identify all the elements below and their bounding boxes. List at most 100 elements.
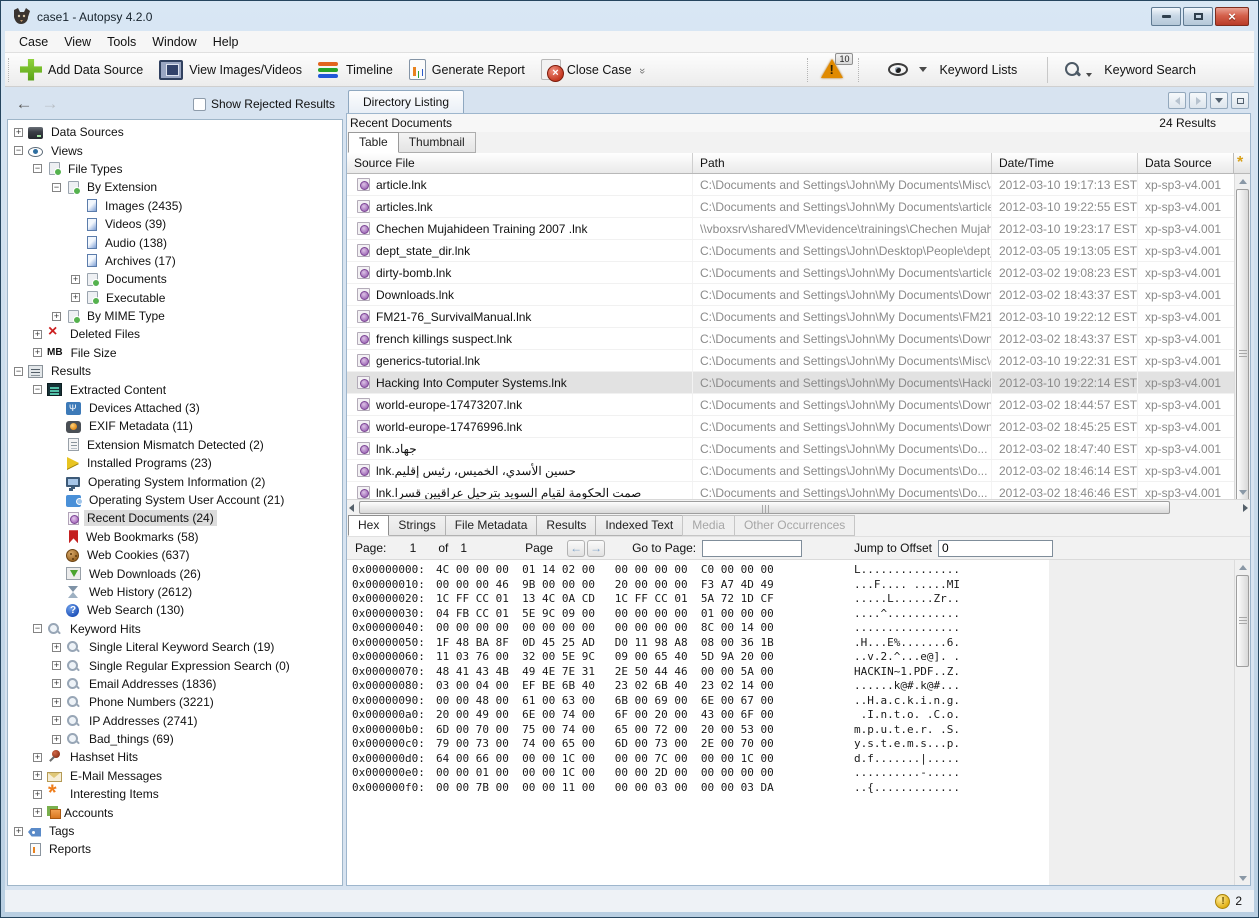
scroll-down-button[interactable]: [1236, 871, 1250, 885]
tree-item-exif-metadata-11[interactable]: EXIF Metadata (11): [8, 417, 342, 435]
tree-item-web-search-130[interactable]: Web Search (130): [8, 601, 342, 619]
tab-scroll-left-button[interactable]: [1168, 92, 1186, 109]
table-row[interactable]: صمت الحكومة لقيام السويد بترحيل عراقيين …: [347, 482, 1250, 499]
tab-results[interactable]: Results: [536, 515, 596, 536]
tree-item-web-bookmarks-58[interactable]: Web Bookmarks (58): [8, 528, 342, 546]
menu-item-case[interactable]: Case: [11, 33, 56, 51]
collapse-icon[interactable]: −: [33, 164, 42, 173]
generate-report-button[interactable]: Generate Report: [401, 56, 533, 83]
table-row[interactable]: Chechen Mujahideen Training 2007 .lnk\\v…: [347, 218, 1250, 240]
table-row[interactable]: Downloads.lnkC:\Documents and Settings\J…: [347, 284, 1250, 306]
hex-content[interactable]: 0x00000000:4C 00 00 00 01 14 02 00 00 00…: [347, 560, 1049, 885]
page-prev-button[interactable]: ←: [567, 540, 585, 557]
expand-icon[interactable]: +: [33, 348, 42, 357]
tree-item-single-literal-keyword-search-19[interactable]: +Single Literal Keyword Search (19): [8, 638, 342, 656]
timeline-button[interactable]: Timeline: [310, 58, 401, 82]
tree-forward-button[interactable]: →: [37, 93, 63, 115]
tree-item-operating-system-user-account-21[interactable]: Operating System User Account (21): [8, 491, 342, 509]
tree-item-keyword-hits[interactable]: −Keyword Hits: [8, 620, 342, 638]
page-next-button[interactable]: →: [587, 540, 605, 557]
expand-icon[interactable]: +: [14, 827, 23, 836]
table-row[interactable]: Hacking Into Computer Systems.lnkC:\Docu…: [347, 372, 1250, 394]
tab-table[interactable]: Table: [348, 132, 399, 153]
tree-item-operating-system-information-2[interactable]: Operating System Information (2): [8, 472, 342, 490]
tree-item-tags[interactable]: +Tags: [8, 822, 342, 840]
tree-item-phone-numbers-3221[interactable]: +Phone Numbers (3221): [8, 693, 342, 711]
scroll-up-button[interactable]: [1236, 560, 1250, 574]
tree-item-accounts[interactable]: +Accounts: [8, 803, 342, 821]
scrollbar-thumb[interactable]: [1236, 575, 1249, 667]
expand-icon[interactable]: +: [33, 790, 42, 799]
tab-directory-listing[interactable]: Directory Listing: [348, 90, 464, 113]
menu-item-view[interactable]: View: [56, 33, 99, 51]
toolbar-overflow-chevron-icon[interactable]: »: [636, 67, 648, 71]
tree-item-videos-39[interactable]: Videos (39): [8, 215, 342, 233]
tab-list-dropdown-button[interactable]: [1210, 92, 1228, 109]
tree-item-file-types[interactable]: −File Types: [8, 160, 342, 178]
table-row[interactable]: حسين الأسدي، الخميس، رئيس إقليم.lnkC:\Do…: [347, 460, 1250, 482]
tree-item-views[interactable]: −Views: [8, 141, 342, 159]
table-row[interactable]: world-europe-17476996.lnkC:\Documents an…: [347, 416, 1250, 438]
tree-item-web-cookies-637[interactable]: Web Cookies (637): [8, 546, 342, 564]
tab-scroll-right-button[interactable]: [1189, 92, 1207, 109]
tree-item-file-size[interactable]: +MBFile Size: [8, 344, 342, 362]
scrollbar-thumb[interactable]: [359, 501, 1170, 514]
table-horizontal-scrollbar[interactable]: [347, 499, 1250, 515]
expand-icon[interactable]: +: [33, 330, 42, 339]
notification-alert-icon[interactable]: [1215, 894, 1230, 909]
tree-item-recent-documents-24[interactable]: Recent Documents (24): [8, 509, 342, 527]
add-data-source-button[interactable]: Add Data Source: [12, 56, 151, 84]
tree-item-web-history-2612[interactable]: Web History (2612): [8, 583, 342, 601]
column-settings-button[interactable]: [1233, 153, 1250, 173]
tree-item-executable[interactable]: +Executable: [8, 289, 342, 307]
menu-item-tools[interactable]: Tools: [99, 33, 144, 51]
tree-item-devices-attached-3[interactable]: Devices Attached (3): [8, 399, 342, 417]
table-row[interactable]: dirty-bomb.lnkC:\Documents and Settings\…: [347, 262, 1250, 284]
tree-item-extension-mismatch-detected-2[interactable]: Extension Mismatch Detected (2): [8, 436, 342, 454]
tab-thumbnail[interactable]: Thumbnail: [398, 132, 476, 153]
close-button[interactable]: ×: [1215, 7, 1249, 26]
tree-item-installed-programs-23[interactable]: Installed Programs (23): [8, 454, 342, 472]
expand-icon[interactable]: +: [52, 679, 61, 688]
tab-file-metadata[interactable]: File Metadata: [445, 515, 538, 536]
tree-item-hashset-hits[interactable]: +Hashset Hits: [8, 748, 342, 766]
expand-icon[interactable]: +: [33, 771, 42, 780]
tree-item-extracted-content[interactable]: −Extracted Content: [8, 380, 342, 398]
table-row[interactable]: articles.lnkC:\Documents and Settings\Jo…: [347, 196, 1250, 218]
scroll-up-button[interactable]: [1236, 174, 1250, 188]
scroll-down-button[interactable]: [1236, 485, 1250, 499]
minimize-button[interactable]: [1151, 7, 1181, 26]
table-row[interactable]: article.lnkC:\Documents and Settings\Joh…: [347, 174, 1250, 196]
maximize-button[interactable]: [1183, 7, 1213, 26]
maximize-panel-button[interactable]: [1231, 92, 1249, 109]
tree-item-reports[interactable]: Reports: [8, 840, 342, 858]
column-header-source-file[interactable]: Source File: [347, 153, 693, 173]
tree-item-interesting-items[interactable]: +Interesting Items: [8, 785, 342, 803]
tree-item-e-mail-messages[interactable]: +E-Mail Messages: [8, 767, 342, 785]
column-header-path[interactable]: Path: [693, 153, 992, 173]
collapse-icon[interactable]: −: [14, 146, 23, 155]
menu-item-help[interactable]: Help: [205, 33, 247, 51]
tab-hex[interactable]: Hex: [348, 515, 389, 536]
table-row[interactable]: dept_state_dir.lnkC:\Documents and Setti…: [347, 240, 1250, 262]
collapse-icon[interactable]: −: [52, 183, 61, 192]
ingest-warning-button[interactable]: 10: [811, 57, 855, 83]
tree-item-by-extension[interactable]: −By Extension: [8, 178, 342, 196]
expand-icon[interactable]: +: [52, 698, 61, 707]
tree-item-documents[interactable]: +Documents: [8, 270, 342, 288]
goto-page-input[interactable]: [702, 540, 802, 557]
jump-offset-input[interactable]: [938, 540, 1053, 557]
tree-back-button[interactable]: ←: [11, 93, 37, 115]
tree-item-data-sources[interactable]: +Data Sources: [8, 123, 342, 141]
expand-icon[interactable]: +: [52, 716, 61, 725]
expand-icon[interactable]: +: [52, 312, 61, 321]
tree-item-email-addresses-1836[interactable]: +Email Addresses (1836): [8, 675, 342, 693]
tree-item-results[interactable]: −Results: [8, 362, 342, 380]
expand-icon[interactable]: +: [52, 643, 61, 652]
tab-indexed-text[interactable]: Indexed Text: [595, 515, 683, 536]
tree-item-by-mime-type[interactable]: +By MIME Type: [8, 307, 342, 325]
table-row[interactable]: جهاد.lnkC:\Documents and Settings\John\M…: [347, 438, 1250, 460]
collapse-icon[interactable]: −: [33, 624, 42, 633]
close-case-button[interactable]: Close Case »: [533, 56, 652, 83]
expand-icon[interactable]: +: [52, 735, 61, 744]
